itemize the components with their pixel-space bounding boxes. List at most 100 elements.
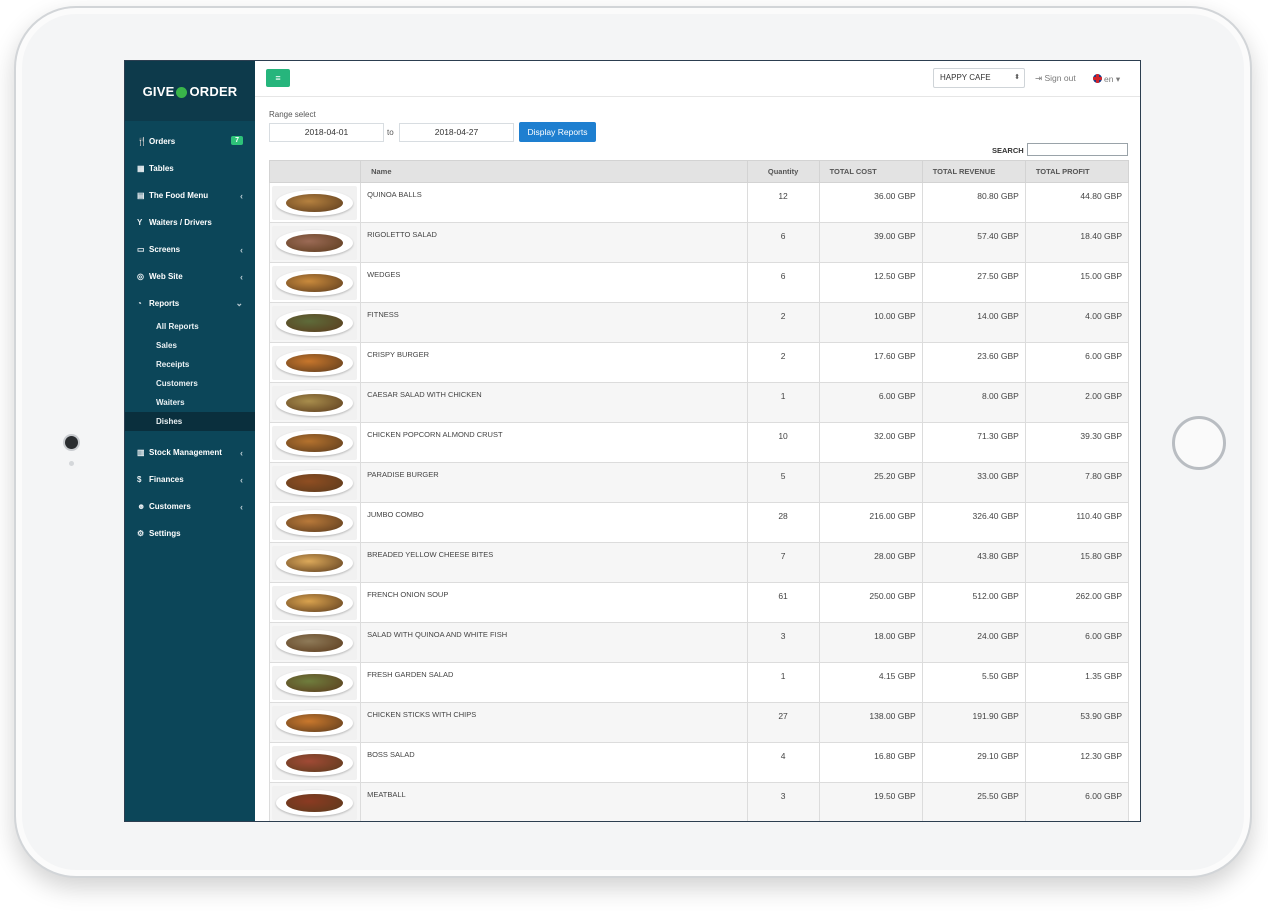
sidebar-subitem-dishes[interactable]: Dishes: [125, 412, 255, 431]
food-shape: [286, 753, 343, 772]
reports-submenu: All Reports Sales Receipts Customers Wai…: [125, 317, 255, 431]
dish-image-cell: [268, 262, 362, 303]
dish-total-revenue: 512.00 GBP: [921, 582, 1026, 623]
table-row[interactable]: CHICKEN STICKS WITH CHIPS 27 138.00 GBP 191…: [268, 702, 1130, 743]
dish-name: SALAD WITH QUINOA AND WHITE FISH: [360, 622, 748, 663]
utensils-icon: 🍴: [137, 137, 147, 146]
table-row[interactable]: CRISPY BURGER 2 17.60 GBP 23.60 GBP 6.00 GBP: [268, 342, 1130, 383]
column-header-name[interactable]: Name: [360, 160, 748, 183]
dish-quantity: 5: [746, 462, 820, 503]
dish-image: [272, 705, 357, 740]
dish-image-cell: [268, 782, 362, 821]
table-row[interactable]: QUINOA BALLS 12 36.00 GBP 80.80 GBP 44.80 GB…: [268, 182, 1130, 223]
dish-image-cell: [268, 662, 362, 703]
sidebar: GIVE ORDER 🍴 Orders 7 ▦ Tables ▤ The Food Men…: [125, 61, 255, 821]
dish-total-profit: 6.00 GBP: [1024, 622, 1130, 663]
chevron-down-icon: ⌄: [235, 298, 243, 308]
dish-total-revenue: 24.00 GBP: [921, 622, 1026, 663]
dish-quantity: 2: [746, 342, 820, 383]
sidebar-subitem-sales[interactable]: Sales: [125, 336, 255, 355]
search-input[interactable]: [1027, 143, 1128, 156]
table-row[interactable]: RIGOLETTO SALAD 6 39.00 GBP 57.40 GBP 18.40 …: [268, 222, 1130, 263]
dish-total-revenue: 27.50 GBP: [921, 262, 1026, 303]
table-row[interactable]: FRENCH ONION SOUP 61 250.00 GBP 512.00 GBP 2…: [268, 582, 1130, 623]
chevron-left-icon: ‹: [240, 447, 243, 458]
sidebar-item-food-menu[interactable]: ▤ The Food Menu ‹: [125, 182, 255, 209]
dish-total-cost: 19.50 GBP: [818, 782, 923, 821]
sidebar-item-screens[interactable]: ▭ Screens ‹: [125, 236, 255, 263]
grid-icon: ▦: [137, 164, 145, 173]
table-row[interactable]: CAESAR SALAD WITH CHICKEN 1 6.00 GBP 8.00 G…: [268, 382, 1130, 423]
dish-total-cost: 17.60 GBP: [818, 342, 923, 383]
dish-image: [272, 345, 357, 380]
dish-total-cost: 12.50 GBP: [818, 262, 923, 303]
dish-name: FITNESS: [360, 302, 748, 343]
sidebar-item-orders[interactable]: 🍴 Orders 7: [125, 128, 255, 155]
dish-image: [272, 745, 357, 780]
sidebar-item-waiters-drivers[interactable]: Y Waiters / Drivers: [125, 209, 255, 236]
dish-quantity: 12: [746, 182, 820, 223]
sign-out-link[interactable]: ⇥ Sign out: [1035, 73, 1076, 84]
table-row[interactable]: FRESH GARDEN SALAD 1 4.15 GBP 5.50 GBP 1.35 …: [268, 662, 1130, 703]
dish-total-revenue: 80.80 GBP: [921, 182, 1026, 223]
dish-quantity: 27: [746, 702, 820, 743]
table-row[interactable]: WEDGES 6 12.50 GBP 27.50 GBP 15.00 GBP: [268, 262, 1130, 303]
dish-image: [272, 425, 357, 460]
column-header-total-revenue[interactable]: TOTAL REVENUE: [921, 160, 1026, 183]
sidebar-item-tables[interactable]: ▦ Tables: [125, 155, 255, 182]
language-selector[interactable]: en ▾: [1093, 73, 1120, 85]
dish-total-cost: 10.00 GBP: [818, 302, 923, 343]
sidebar-item-customers[interactable]: ☻ Customers ‹: [125, 493, 255, 520]
dish-total-cost: 6.00 GBP: [818, 382, 923, 423]
dish-image-cell: [268, 222, 362, 263]
dish-image-cell: [268, 182, 362, 223]
dish-total-revenue: 191.90 GBP: [921, 702, 1026, 743]
table-row[interactable]: BREADED YELLOW CHEESE BITES 7 28.00 GBP 43.…: [268, 542, 1130, 583]
dish-total-revenue: 71.30 GBP: [921, 422, 1026, 463]
brand-logo[interactable]: GIVE ORDER: [125, 61, 255, 121]
dish-total-profit: 262.00 GBP: [1024, 582, 1130, 623]
display-reports-button[interactable]: Display Reports: [519, 122, 596, 142]
food-shape: [286, 793, 343, 812]
table-row[interactable]: MEATBALL 3 19.50 GBP 25.50 GBP 6.00 GBP: [268, 782, 1130, 821]
dish-name: MEATBALL: [360, 782, 748, 821]
column-header-total-profit[interactable]: TOTAL PROFIT: [1024, 160, 1130, 183]
sidebar-item-finances[interactable]: $ Finances ‹: [125, 466, 255, 493]
sidebar-item-stock-management[interactable]: ▥ Stock Management ‹: [125, 439, 255, 466]
food-shape: [286, 193, 343, 212]
sidebar-subitem-customers[interactable]: Customers: [125, 374, 255, 393]
column-header-quantity[interactable]: Quantity: [746, 160, 820, 183]
dish-name: BOSS SALAD: [360, 742, 748, 783]
sidebar-item-settings[interactable]: ⚙ Settings: [125, 520, 255, 547]
sidebar-subitem-receipts[interactable]: Receipts: [125, 355, 255, 374]
dish-name: CHICKEN STICKS WITH CHIPS: [360, 702, 748, 743]
sidebar-item-reports[interactable]: ◔ Reports ⌄: [125, 290, 255, 317]
dish-quantity: 7: [746, 542, 820, 583]
table-row[interactable]: JUMBO COMBO 28 216.00 GBP 326.40 GBP 110.40 …: [268, 502, 1130, 543]
cafe-select[interactable]: HAPPY CAFE ⬍: [933, 68, 1025, 88]
dish-total-profit: 15.00 GBP: [1024, 262, 1130, 303]
globe-icon: ◎: [137, 272, 144, 281]
table-row[interactable]: CHICKEN POPCORN ALMOND CRUST 10 32.00 GBP 7…: [268, 422, 1130, 463]
date-to-input[interactable]: 2018-04-27: [399, 123, 514, 142]
sign-out-icon: ⇥: [1035, 73, 1043, 83]
dish-total-revenue: 14.00 GBP: [921, 302, 1026, 343]
menu-toggle-button[interactable]: ≡: [266, 69, 290, 87]
dollar-icon: $: [137, 475, 142, 484]
table-row[interactable]: BOSS SALAD 4 16.80 GBP 29.10 GBP 12.30 GBP: [268, 742, 1130, 783]
table-row[interactable]: PARADISE BURGER 5 25.20 GBP 33.00 GBP 7.80 G…: [268, 462, 1130, 503]
sidebar-subitem-waiters[interactable]: Waiters: [125, 393, 255, 412]
sidebar-subitem-all-reports[interactable]: All Reports: [125, 317, 255, 336]
dish-quantity: 3: [746, 622, 820, 663]
dish-image: [272, 505, 357, 540]
home-button[interactable]: [1172, 416, 1226, 470]
date-from-input[interactable]: 2018-04-01: [269, 123, 384, 142]
dish-total-profit: 1.35 GBP: [1024, 662, 1130, 703]
column-header-total-cost[interactable]: TOTAL COST: [818, 160, 923, 183]
sidebar-item-web-site[interactable]: ◎ Web Site ‹: [125, 263, 255, 290]
column-header-image[interactable]: [268, 160, 362, 183]
table-row[interactable]: SALAD WITH QUINOA AND WHITE FISH 3 18.00 G…: [268, 622, 1130, 663]
dish-quantity: 61: [746, 582, 820, 623]
table-row[interactable]: FITNESS 2 10.00 GBP 14.00 GBP 4.00 GBP: [268, 302, 1130, 343]
food-shape: [286, 353, 343, 372]
